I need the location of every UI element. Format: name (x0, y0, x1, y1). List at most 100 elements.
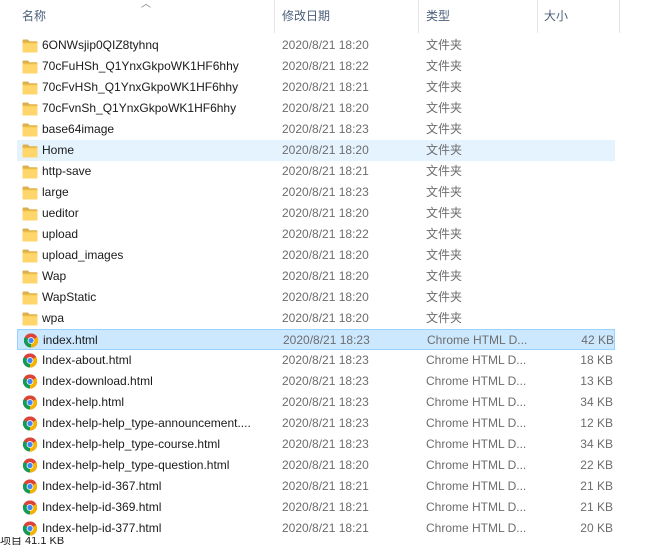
file-type: 文件夹 (426, 164, 463, 178)
file-name: Wap (42, 269, 67, 283)
file-type: Chrome HTML D... (427, 333, 528, 347)
modified-date: 2020/8/21 18:23 (283, 333, 370, 347)
file-name: 70cFuHSh_Q1YnxGkpoWK1HF6hhy (42, 59, 239, 73)
modified-date: 2020/8/21 18:23 (282, 185, 369, 199)
column-header-name[interactable]: 名称 (22, 0, 46, 33)
folder-row[interactable]: Home 2020/8/21 18:20 文件夹 (17, 140, 615, 161)
chrome-icon (22, 521, 38, 536)
modified-date: 2020/8/21 18:23 (282, 437, 369, 451)
file-name: 70cFvnSh_Q1YnxGkpoWK1HF6hhy (42, 101, 237, 115)
file-size (545, 140, 613, 161)
file-type: 文件夹 (426, 290, 463, 304)
column-header-type[interactable]: 类型 (426, 0, 450, 33)
file-name: Index-help-help_type-question.html (42, 458, 230, 472)
file-type: 文件夹 (426, 38, 463, 52)
file-row[interactable]: Index-help-help_type-announcement.... 202… (17, 413, 615, 434)
file-type: Chrome HTML D... (426, 479, 527, 493)
file-type: 文件夹 (426, 80, 463, 94)
folder-icon (22, 101, 38, 116)
folder-row[interactable]: ueditor 2020/8/21 18:20 文件夹 (17, 203, 615, 224)
folder-row[interactable]: http-save 2020/8/21 18:21 文件夹 (17, 161, 615, 182)
chrome-icon (22, 374, 38, 389)
folder-row[interactable]: upload 2020/8/21 18:22 文件夹 (17, 224, 615, 245)
folder-row[interactable]: 6ONWsjip0QIZ8tyhnq 2020/8/21 18:20 文件夹 (17, 35, 615, 56)
file-name: Index-help-help_type-course.html (42, 437, 221, 451)
file-size: 34 KB (580, 437, 613, 451)
folder-row[interactable]: WapStatic 2020/8/21 18:20 文件夹 (17, 287, 615, 308)
column-header-date[interactable]: 修改日期 (282, 0, 330, 33)
file-row[interactable]: Index-help.html 2020/8/21 18:23 Chrome HTM… (17, 392, 615, 413)
chrome-icon (22, 500, 38, 515)
column-header-size[interactable]: 大小 (544, 0, 568, 33)
folder-row[interactable]: 70cFuHSh_Q1YnxGkpoWK1HF6hhy 2020/8/21 18:… (17, 56, 615, 77)
modified-date: 2020/8/21 18:23 (282, 122, 369, 136)
folder-icon (22, 164, 38, 179)
chrome-icon (22, 395, 38, 410)
file-type: Chrome HTML D... (426, 521, 527, 535)
file-type: Chrome HTML D... (426, 395, 527, 409)
folder-row[interactable]: Wap 2020/8/21 18:20 文件夹 (17, 266, 615, 287)
file-name: wpa (42, 311, 65, 325)
folder-icon (22, 122, 38, 137)
modified-date: 2020/8/21 18:20 (282, 101, 369, 115)
file-name: http-save (42, 164, 92, 178)
folder-icon (22, 59, 38, 74)
folder-icon (22, 206, 38, 221)
folder-icon (22, 185, 38, 200)
file-size (545, 308, 613, 329)
file-name: 6ONWsjip0QIZ8tyhnq (42, 38, 159, 52)
folder-row[interactable]: base64image 2020/8/21 18:23 文件夹 (17, 119, 615, 140)
file-name: Index-help.html (42, 395, 125, 409)
folder-row[interactable]: wpa 2020/8/21 18:20 文件夹 (17, 308, 615, 329)
modified-date: 2020/8/21 18:21 (282, 500, 369, 514)
file-row[interactable]: Index-help-id-369.html 2020/8/21 18:21 Chr… (17, 497, 615, 518)
file-row[interactable]: index.html 2020/8/21 18:23 Chrome HTML D..… (17, 329, 615, 350)
modified-date: 2020/8/21 18:23 (282, 353, 369, 367)
file-type: Chrome HTML D... (426, 437, 527, 451)
column-divider[interactable] (418, 0, 419, 33)
file-name: upload_images (42, 248, 124, 262)
file-name: large (42, 185, 69, 199)
folder-row[interactable]: large 2020/8/21 18:23 文件夹 (17, 182, 615, 203)
file-row[interactable]: Index-help-id-367.html 2020/8/21 18:21 Chr… (17, 476, 615, 497)
modified-date: 2020/8/21 18:20 (282, 269, 369, 283)
modified-date: 2020/8/21 18:23 (282, 395, 369, 409)
modified-date: 2020/8/21 18:20 (282, 248, 369, 262)
file-size: 13 KB (580, 374, 613, 388)
modified-date: 2020/8/21 18:22 (282, 227, 369, 241)
folder-row[interactable]: 70cFvHSh_Q1YnxGkpoWK1HF6hhy 2020/8/21 18:… (17, 77, 615, 98)
file-row[interactable]: Index-download.html 2020/8/21 18:23 Chrome… (17, 371, 615, 392)
file-row[interactable]: Index-help-help_type-course.html 2020/8/2… (17, 434, 615, 455)
file-row[interactable]: Index-about.html 2020/8/21 18:23 Chrome HT… (17, 350, 615, 371)
file-size (545, 56, 613, 77)
file-type: 文件夹 (426, 311, 463, 325)
file-row[interactable]: Index-help-id-377.html 2020/8/21 18:21 Chr… (17, 518, 615, 539)
column-divider[interactable] (274, 0, 275, 33)
folder-row[interactable]: 70cFvnSh_Q1YnxGkpoWK1HF6hhy 2020/8/21 18:… (17, 98, 615, 119)
file-size: 34 KB (580, 395, 613, 409)
file-name: Index-download.html (42, 374, 153, 388)
file-size: 42 KB (581, 333, 614, 347)
file-name: Index-about.html (42, 353, 132, 367)
file-size: 21 KB (580, 500, 613, 514)
file-row[interactable]: Index-help-help_type-question.html 2020/8… (17, 455, 615, 476)
folder-icon (22, 38, 38, 53)
file-type: 文件夹 (426, 227, 463, 241)
column-divider[interactable] (619, 0, 620, 33)
chrome-icon (22, 437, 38, 452)
folder-row[interactable]: upload_images 2020/8/21 18:20 文件夹 (17, 245, 615, 266)
file-size: 20 KB (580, 521, 613, 535)
modified-date: 2020/8/21 18:21 (282, 479, 369, 493)
file-type: Chrome HTML D... (426, 374, 527, 388)
modified-date: 2020/8/21 18:20 (282, 290, 369, 304)
column-divider[interactable] (537, 0, 538, 33)
folder-icon (22, 269, 38, 284)
chrome-icon (23, 333, 39, 348)
folder-icon (22, 311, 38, 326)
file-name: index.html (43, 333, 98, 347)
file-type: 文件夹 (426, 206, 463, 220)
folder-icon (22, 227, 38, 242)
modified-date: 2020/8/21 18:21 (282, 164, 369, 178)
file-size: 21 KB (580, 479, 613, 493)
modified-date: 2020/8/21 18:23 (282, 374, 369, 388)
